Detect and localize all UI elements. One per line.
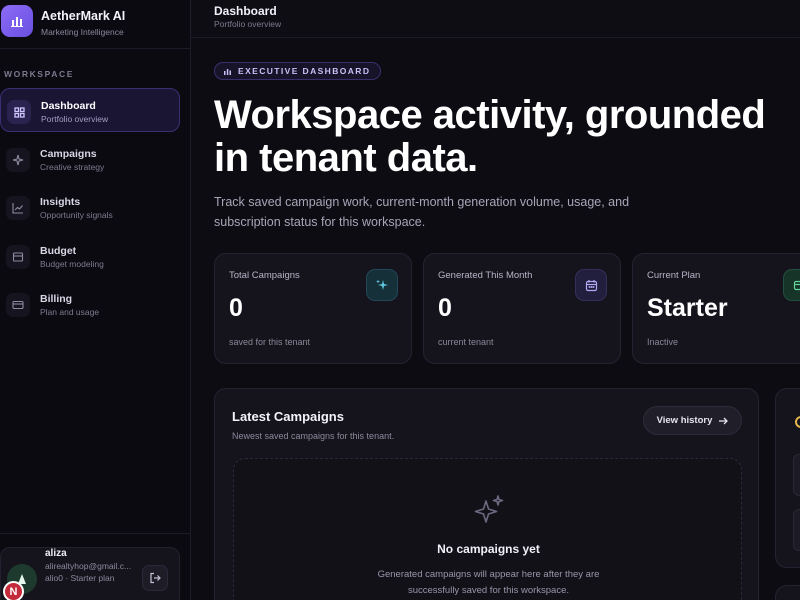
- logout-button[interactable]: [142, 565, 168, 591]
- stat-card-current-plan: Current Plan Starter Inactive: [632, 253, 800, 364]
- wallet-icon: [6, 245, 30, 269]
- brand-subtitle: Marketing Intelligence: [41, 27, 124, 37]
- sidebar-item-budget[interactable]: Budget Budget modeling: [0, 234, 180, 278]
- arrow-right-icon: [719, 417, 729, 424]
- empty-state-title: No campaigns yet: [437, 542, 540, 556]
- stat-foot: current tenant: [438, 337, 494, 347]
- sidebar-item-label: Budget: [40, 245, 77, 257]
- sidebar-item-label: Campaigns: [40, 148, 97, 160]
- hero-heading: Workspace activity, grounded in tenant d…: [214, 93, 766, 180]
- sparkles-icon: [6, 148, 30, 172]
- panel-title: Latest Campaigns: [232, 409, 344, 424]
- user-plan: alio0 · Starter plan: [45, 573, 115, 583]
- stat-value: Starter: [647, 294, 728, 322]
- sidebar-item-sub: Budget modeling: [40, 259, 104, 269]
- usage-panel: [775, 388, 800, 568]
- stat-card-generated-month: Generated This Month 0 current tenant: [423, 253, 621, 364]
- page-subtitle: Portfolio overview: [214, 19, 282, 29]
- status-dot-icon: [795, 416, 800, 428]
- empty-state-description: Generated campaigns will appear here aft…: [377, 569, 600, 596]
- page-title: Dashboard: [214, 4, 277, 18]
- sidebar-item-sub: Opportunity signals: [40, 210, 113, 220]
- sparkles-icon: [366, 269, 398, 301]
- sidebar-item-sub: Creative strategy: [40, 162, 105, 172]
- workspace-section-label: WORKSPACE: [4, 69, 74, 79]
- sidebar-item-campaigns[interactable]: Campaigns Creative strategy: [0, 137, 180, 181]
- grid-icon: [7, 100, 31, 124]
- card-icon: [783, 269, 800, 301]
- empty-state: No campaigns yet Generated campaigns wil…: [233, 458, 742, 600]
- sidebar-item-label: Dashboard: [41, 100, 96, 112]
- sidebar-item-insights[interactable]: Insights Opportunity signals: [0, 185, 180, 229]
- user-email: alirealtyhop@gmail.c...: [45, 561, 132, 571]
- sparkles-icon: [474, 495, 504, 523]
- usage-block: [793, 454, 800, 496]
- sidebar-item-sub: Portfolio overview: [41, 114, 109, 124]
- executive-dashboard-badge: EXECUTIVE DASHBOARD: [214, 62, 382, 80]
- calendar-icon: [575, 269, 607, 301]
- credit-card-icon: [6, 293, 30, 317]
- sidebar-footer: N aliza alirealtyhop@gmail.c... alio0 · …: [0, 533, 190, 600]
- sidebar-item-billing[interactable]: Billing Plan and usage: [0, 282, 180, 326]
- brand-title: AetherMark AI: [41, 9, 126, 23]
- view-history-button[interactable]: View history: [643, 406, 742, 435]
- sidebar-item-dashboard[interactable]: Dashboard Portfolio overview: [0, 88, 180, 132]
- brand-logo-icon: [1, 5, 33, 37]
- stat-label: Total Campaigns: [229, 270, 300, 281]
- topbar: Dashboard Portfolio overview: [191, 0, 800, 38]
- hero-description: Track saved campaign work, current-month…: [214, 195, 630, 229]
- view-history-label: View history: [656, 415, 713, 426]
- stat-label: Current Plan: [647, 270, 701, 281]
- stat-value: 0: [438, 294, 452, 322]
- bar-chart-icon: [224, 68, 231, 75]
- stat-value: 0: [229, 294, 243, 322]
- stat-foot: saved for this tenant: [229, 337, 311, 347]
- sidebar-item-label: Billing: [40, 293, 73, 305]
- usage-block: [793, 509, 800, 551]
- logout-icon: [150, 572, 161, 584]
- stat-card-total-campaigns: Total Campaigns 0 saved for this tenant: [214, 253, 412, 364]
- chart-line-icon: [6, 196, 30, 220]
- latest-campaigns-panel: Latest Campaigns Newest saved campaigns …: [214, 388, 759, 600]
- user-name: aliza: [45, 548, 67, 559]
- secondary-panel: [775, 585, 800, 600]
- badge-label: EXECUTIVE DASHBOARD: [238, 66, 371, 76]
- panel-subtitle: Newest saved campaigns for this tenant.: [232, 431, 395, 441]
- notification-badge[interactable]: N: [3, 581, 24, 600]
- sidebar-item-label: Insights: [40, 196, 81, 208]
- sidebar: AetherMark AI Marketing Intelligence WOR…: [0, 0, 191, 600]
- brand-header: AetherMark AI Marketing Intelligence: [0, 0, 190, 49]
- user-card: N aliza alirealtyhop@gmail.c... alio0 · …: [0, 547, 180, 600]
- stat-label: Generated This Month: [438, 270, 533, 281]
- sidebar-item-sub: Plan and usage: [40, 307, 100, 317]
- stat-foot: Inactive: [647, 337, 679, 347]
